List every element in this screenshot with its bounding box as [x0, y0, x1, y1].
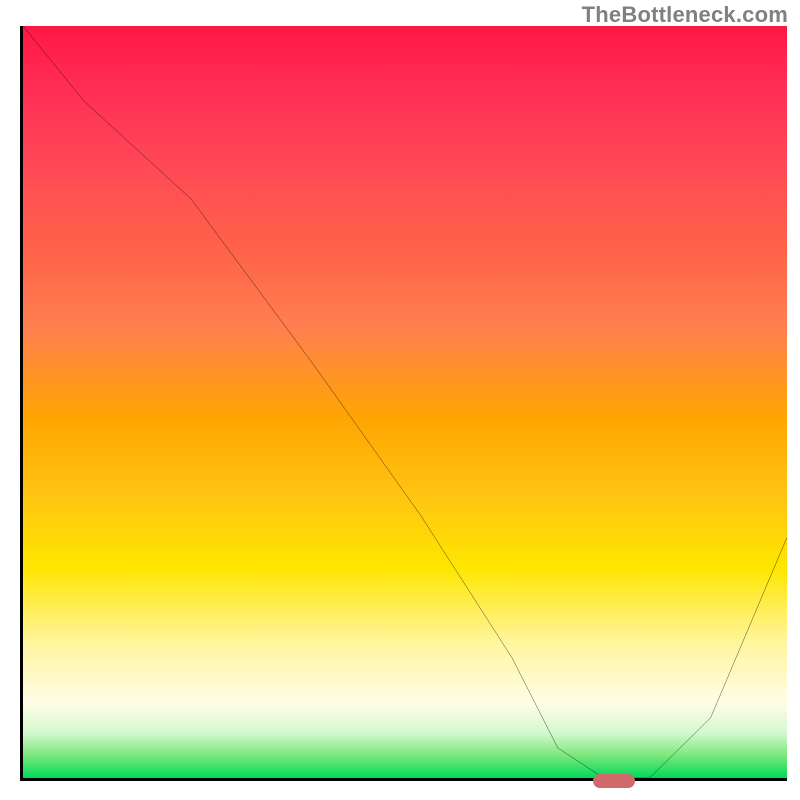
gradient-background [23, 26, 787, 778]
plot-area [20, 26, 787, 781]
watermark-text: TheBottleneck.com [582, 2, 788, 28]
current-config-marker [593, 774, 635, 788]
